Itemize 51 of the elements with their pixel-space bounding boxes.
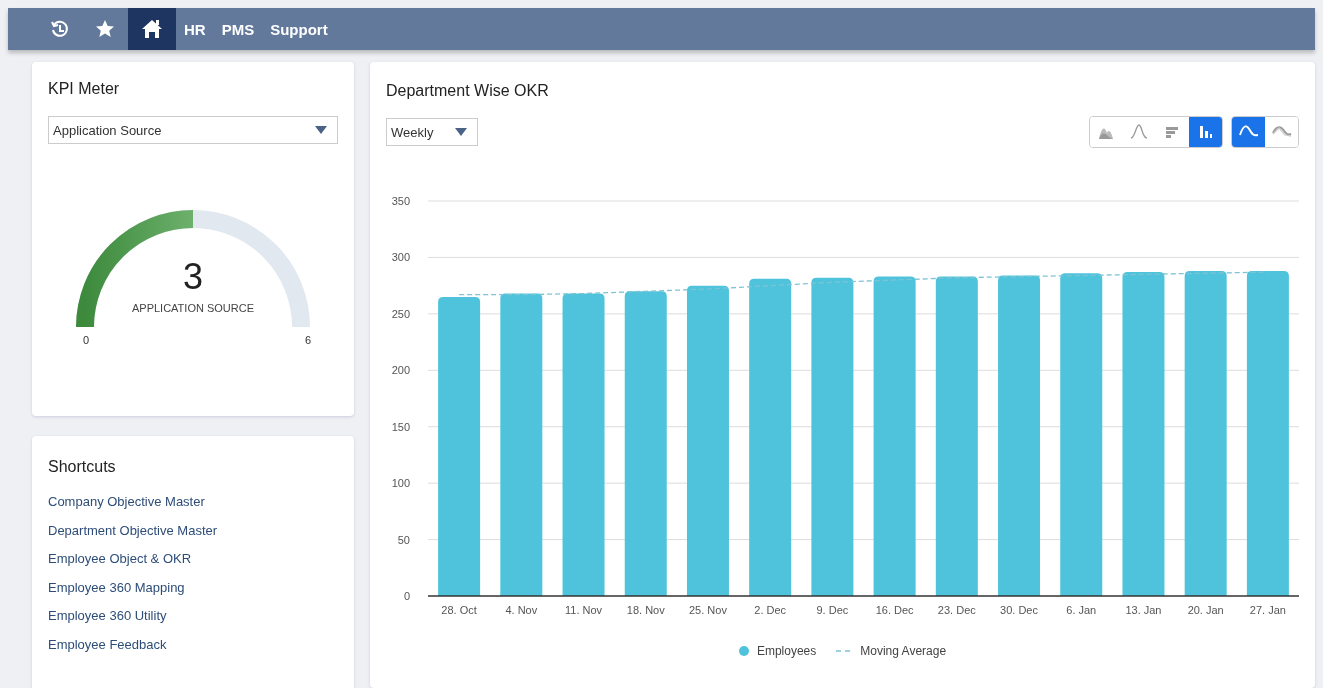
shortcut-link[interactable]: Employee Object & OKR	[48, 545, 338, 574]
axis-label: 350	[391, 195, 410, 207]
axis-label: 23. Dec	[937, 604, 976, 616]
shortcut-link[interactable]: Employee Feedback	[48, 630, 338, 660]
axis-label: 16. Dec	[875, 604, 914, 616]
source-dropdown[interactable]: Application Source	[48, 116, 338, 144]
card-title: Shortcuts	[48, 458, 117, 476]
shortcut-link[interactable]: Company Objective Master	[48, 488, 338, 517]
axis-label: 30. Dec	[1000, 604, 1038, 616]
axis-label: 150	[391, 420, 410, 433]
axis-label: 300	[391, 251, 410, 264]
chart-type-button[interactable]	[1189, 117, 1222, 147]
menu-tab[interactable]: HR	[176, 8, 214, 50]
home-icon	[141, 19, 163, 39]
shortcut-link[interactable]: Employee 360 Mapping	[48, 573, 338, 603]
home-button[interactable]	[128, 8, 176, 50]
gauge-value: 3	[182, 256, 204, 298]
axis-label: 6. Jan	[1066, 604, 1097, 616]
card-title: KPI Meter	[48, 80, 121, 98]
line-chart-icon	[1129, 123, 1150, 141]
shortcut-link[interactable]: Department Objective Master	[48, 516, 338, 546]
gauge-min: 0	[83, 334, 90, 346]
history-icon	[51, 19, 69, 39]
chart-type-button[interactable]	[1232, 117, 1265, 147]
axis-label: 13. Jan	[1125, 604, 1162, 616]
axis-label: 4. Nov	[505, 604, 538, 616]
axis-label: 200	[391, 364, 410, 377]
gauge-caption: APPLICATION SOURCE	[130, 302, 255, 314]
gauge-max: 6	[304, 334, 311, 346]
axis-label: 20. Jan	[1187, 604, 1224, 616]
axis-label: 250	[391, 307, 410, 320]
caret-icon	[315, 126, 327, 134]
chart-title: Department Wise OKR	[386, 82, 550, 100]
menu-tab[interactable]: PMS	[213, 8, 263, 50]
axis-label: 11. Nov	[565, 604, 603, 616]
axis-label: 27. Jan	[1249, 604, 1286, 616]
legend-label: Employees	[756, 644, 817, 658]
axis-label: 2. Dec	[754, 604, 787, 616]
axis-label: 9. Dec	[816, 604, 849, 616]
shortcut-link[interactable]: Employee 360 Utility	[48, 602, 338, 631]
period-dropdown[interactable]: Weekly	[386, 118, 478, 146]
axis-label: 50	[397, 533, 410, 546]
caret-icon	[455, 128, 467, 136]
legend-label: Moving Average	[860, 644, 947, 658]
axis-label: 28. Oct	[441, 604, 477, 616]
axis-label: 25. Nov	[689, 604, 727, 616]
axis-label: 0	[403, 590, 410, 602]
menu-tab[interactable]: Support	[262, 8, 336, 50]
axis-label: 18. Nov	[626, 604, 665, 616]
axis-label: 100	[391, 477, 410, 490]
star-icon	[95, 19, 115, 39]
